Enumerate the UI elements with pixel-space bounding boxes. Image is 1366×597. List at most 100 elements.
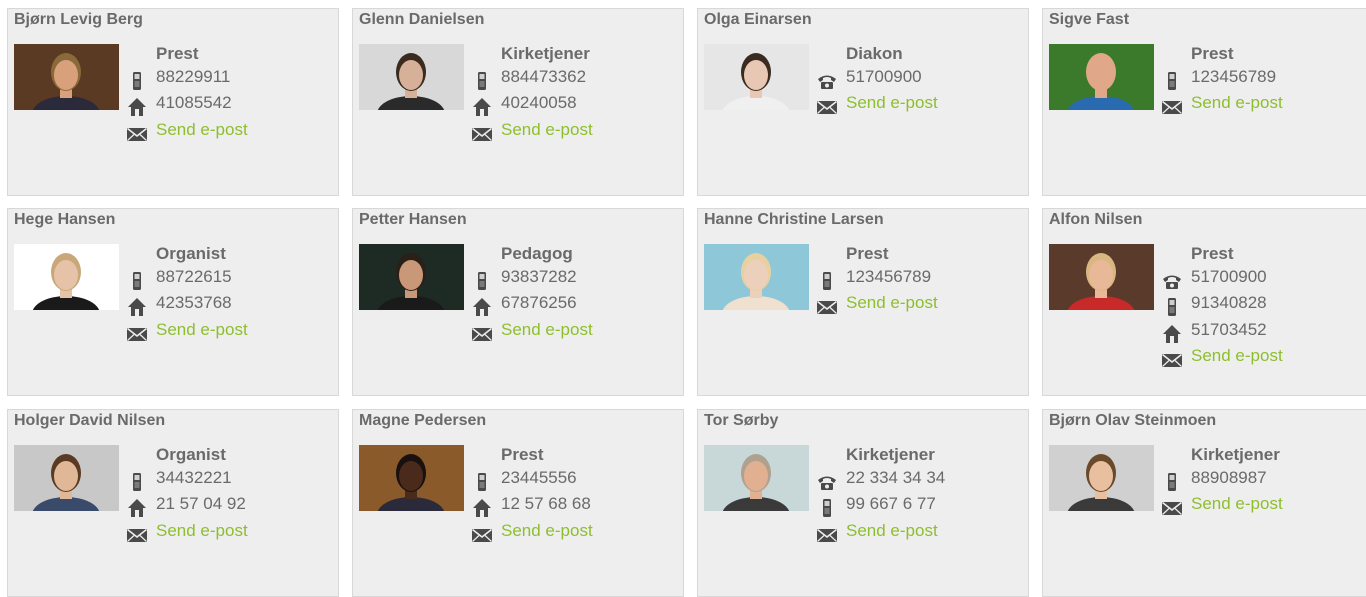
staff-name: Olga Einarsen bbox=[704, 11, 812, 28]
home-icon bbox=[1161, 323, 1183, 345]
staff-card: Tor Sørby Kirketjener 22 334 34 34 99 667 6… bbox=[697, 409, 1029, 597]
staff-photo bbox=[704, 445, 809, 511]
envelope-icon bbox=[1161, 96, 1183, 118]
send-email-link[interactable]: Send e-post bbox=[501, 521, 593, 541]
staff-photo bbox=[359, 445, 464, 511]
staff-role: Pedagog bbox=[501, 244, 573, 263]
envelope-icon bbox=[126, 323, 148, 345]
staff-photo bbox=[14, 445, 119, 511]
mobile-number: 99 667 6 77 bbox=[846, 494, 936, 513]
home-number: 67876256 bbox=[501, 293, 577, 312]
staff-card: Magne Pedersen Prest 23445556 12 57 68 68 Se… bbox=[352, 409, 684, 597]
home-icon bbox=[126, 96, 148, 118]
mobile-phone-icon bbox=[126, 70, 148, 92]
send-email-link[interactable]: Send e-post bbox=[846, 521, 938, 541]
staff-name: Glenn Danielsen bbox=[359, 11, 485, 28]
envelope-icon bbox=[1161, 497, 1183, 519]
home-icon bbox=[471, 96, 493, 118]
mobile-number: 91340828 bbox=[1191, 293, 1267, 312]
send-email-link[interactable]: Send e-post bbox=[156, 320, 248, 340]
send-email-link[interactable]: Send e-post bbox=[846, 293, 938, 313]
staff-name: Bjørn Olav Steinmoen bbox=[1049, 412, 1217, 429]
telephone-icon bbox=[816, 471, 838, 493]
envelope-icon bbox=[126, 123, 148, 145]
staff-card: Hege Hansen Organist 88722615 42353768 Send … bbox=[7, 208, 339, 396]
send-email-link[interactable]: Send e-post bbox=[1191, 346, 1283, 366]
mobile-phone-icon bbox=[1161, 296, 1183, 318]
send-email-link[interactable]: Send e-post bbox=[501, 320, 593, 340]
mobile-number: 93837282 bbox=[501, 266, 577, 286]
staff-photo bbox=[359, 44, 464, 110]
mobile-phone-icon bbox=[1161, 70, 1183, 92]
staff-card: Sigve Fast Prest 123456789 Send e-post bbox=[1042, 8, 1366, 196]
staff-card: Holger David Nilsen Organist 34432221 21 57… bbox=[7, 409, 339, 597]
staff-card: Hanne Christine Larsen Prest 123456789 Send… bbox=[697, 208, 1029, 396]
staff-role: Prest bbox=[846, 244, 889, 263]
staff-name: Hanne Christine Larsen bbox=[704, 211, 884, 228]
home-icon bbox=[126, 497, 148, 519]
staff-photo bbox=[14, 244, 119, 310]
staff-name: Tor Sørby bbox=[704, 412, 779, 429]
send-email-link[interactable]: Send e-post bbox=[1191, 93, 1283, 113]
staff-name: Sigve Fast bbox=[1049, 11, 1130, 28]
staff-card: Olga Einarsen Diakon 51700900 Send e-post bbox=[697, 8, 1029, 196]
phone-number: 51700900 bbox=[846, 66, 922, 86]
home-number: 40240058 bbox=[501, 93, 577, 112]
staff-role: Prest bbox=[156, 44, 199, 63]
home-icon bbox=[471, 497, 493, 519]
envelope-icon bbox=[471, 123, 493, 145]
envelope-icon bbox=[816, 524, 838, 546]
staff-photo bbox=[359, 244, 464, 310]
staff-photo bbox=[704, 44, 809, 110]
send-email-link[interactable]: Send e-post bbox=[501, 120, 593, 140]
staff-photo bbox=[1049, 445, 1154, 511]
staff-role: Diakon bbox=[846, 44, 903, 63]
mobile-phone-icon bbox=[816, 497, 838, 519]
send-email-link[interactable]: Send e-post bbox=[156, 521, 248, 541]
home-number: 41085542 bbox=[156, 93, 232, 112]
staff-role: Kirketjener bbox=[846, 445, 935, 464]
telephone-icon bbox=[816, 70, 838, 92]
mobile-phone-icon bbox=[471, 270, 493, 292]
mobile-phone-icon bbox=[126, 471, 148, 493]
home-number: 51703452 bbox=[1191, 319, 1267, 339]
mobile-phone-icon bbox=[1161, 471, 1183, 493]
staff-card: Bjørn Olav Steinmoen Kirketjener 88908987 S… bbox=[1042, 409, 1366, 597]
home-number: 12 57 68 68 bbox=[501, 494, 591, 513]
home-number: 42353768 bbox=[156, 293, 232, 312]
staff-photo bbox=[14, 44, 119, 110]
envelope-icon bbox=[816, 96, 838, 118]
staff-card: Alfon Nilsen Prest 51700900 91340828 5170345… bbox=[1042, 208, 1366, 396]
staff-role: Kirketjener bbox=[1191, 445, 1280, 464]
staff-role: Kirketjener bbox=[501, 44, 590, 63]
mobile-phone-icon bbox=[126, 270, 148, 292]
envelope-icon bbox=[816, 296, 838, 318]
home-icon bbox=[471, 296, 493, 318]
staff-photo bbox=[1049, 244, 1154, 310]
mobile-number: 23445556 bbox=[501, 467, 577, 487]
home-icon bbox=[126, 296, 148, 318]
mobile-phone-icon bbox=[816, 270, 838, 292]
send-email-link[interactable]: Send e-post bbox=[1191, 494, 1283, 514]
staff-card: Glenn Danielsen Kirketjener 884473362 40240… bbox=[352, 8, 684, 196]
staff-photo bbox=[704, 244, 809, 310]
staff-role: Prest bbox=[1191, 244, 1234, 263]
staff-name: Bjørn Levig Berg bbox=[14, 11, 143, 28]
staff-role: Organist bbox=[156, 244, 226, 263]
mobile-number: 88908987 bbox=[1191, 467, 1267, 487]
mobile-number: 88229911 bbox=[156, 66, 231, 86]
mobile-phone-icon bbox=[471, 70, 493, 92]
staff-photo bbox=[1049, 44, 1154, 110]
mobile-number: 123456789 bbox=[846, 266, 932, 286]
send-email-link[interactable]: Send e-post bbox=[846, 93, 938, 113]
envelope-icon bbox=[471, 524, 493, 546]
mobile-number: 34432221 bbox=[156, 467, 232, 487]
envelope-icon bbox=[126, 524, 148, 546]
staff-name: Holger David Nilsen bbox=[14, 412, 166, 429]
phone-number: 51700900 bbox=[1191, 266, 1267, 286]
send-email-link[interactable]: Send e-post bbox=[156, 120, 248, 140]
staff-name: Magne Pedersen bbox=[359, 412, 487, 429]
staff-name: Hege Hansen bbox=[14, 211, 116, 228]
telephone-icon bbox=[1161, 270, 1183, 292]
staff-name: Petter Hansen bbox=[359, 211, 467, 228]
